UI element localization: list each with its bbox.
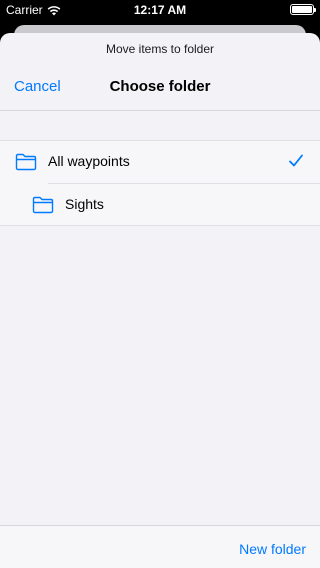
divider (0, 110, 320, 111)
battery-icon (290, 4, 316, 15)
folder-icon (32, 196, 54, 214)
folder-row-all-waypoints[interactable]: All waypoints (0, 141, 320, 184)
status-bar: Carrier 12:17 AM (0, 0, 320, 20)
folder-label: All waypoints (48, 153, 130, 169)
page-title: Choose folder (109, 78, 211, 95)
checkmark-icon (289, 154, 303, 167)
navigation-bar: Cancel Choose folder (0, 69, 320, 105)
folder-picker-sheet: Move items to folder Cancel Choose folde… (0, 33, 320, 568)
sheet-prompt: Move items to folder (105, 42, 215, 56)
bottom-toolbar: New folder (0, 525, 320, 568)
folder-row-sights[interactable]: Sights (0, 184, 320, 227)
folder-label: Sights (65, 196, 104, 212)
new-folder-button[interactable]: New folder (239, 541, 306, 557)
folder-icon (15, 153, 37, 171)
clock: 12:17 AM (133, 3, 187, 17)
folder-list: All waypoints Sights (0, 140, 320, 226)
